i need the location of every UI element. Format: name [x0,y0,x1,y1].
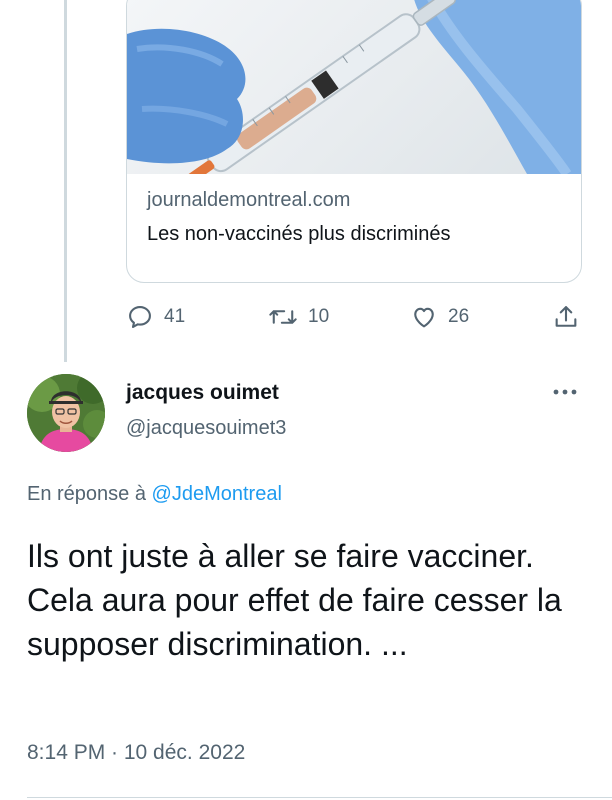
link-preview-image[interactable] [127,0,581,174]
author-handle[interactable]: @jacquesouimet3 [126,417,286,440]
reply-mention-link[interactable]: @JdeMontreal [152,483,282,505]
like-icon [414,307,434,328]
reply-icon [129,306,151,328]
tweet-text: Ils ont juste à aller se faire vacciner.… [27,538,562,662]
retweet-button[interactable]: 10 [268,303,329,331]
divider [27,797,612,798]
share-icon [555,306,577,327]
tweet-timestamp[interactable]: 8:14 PM · 10 déc. 2022 [27,741,245,765]
syringe-photo-icon [127,0,581,174]
like-button[interactable]: 26 [410,303,469,331]
link-domain[interactable]: journaldemontreal.com [147,187,561,213]
avatar-photo-icon [27,374,105,452]
retweet-icon [269,310,297,324]
more-options-button[interactable] [552,384,578,402]
reply-prefix: En réponse à [27,483,146,505]
like-count: 26 [448,306,470,327]
author-name[interactable]: jacques ouimet [126,381,279,405]
reply-context: En réponse à @JdeMontreal [27,483,282,506]
retweet-count: 10 [308,306,330,327]
reply-button[interactable]: 41 [126,303,185,331]
link-title[interactable]: Les non-vaccinés plus discriminés [147,221,561,247]
tweet-action-bar: 41 10 26 [126,303,586,339]
share-button[interactable] [552,303,580,331]
link-preview-card[interactable]: journaldemontreal.com Les non-vaccinés p… [126,0,582,283]
thread-connector-line [64,0,67,362]
reply-count: 41 [164,306,186,327]
avatar[interactable] [27,374,105,452]
more-dots-icon [553,389,577,395]
